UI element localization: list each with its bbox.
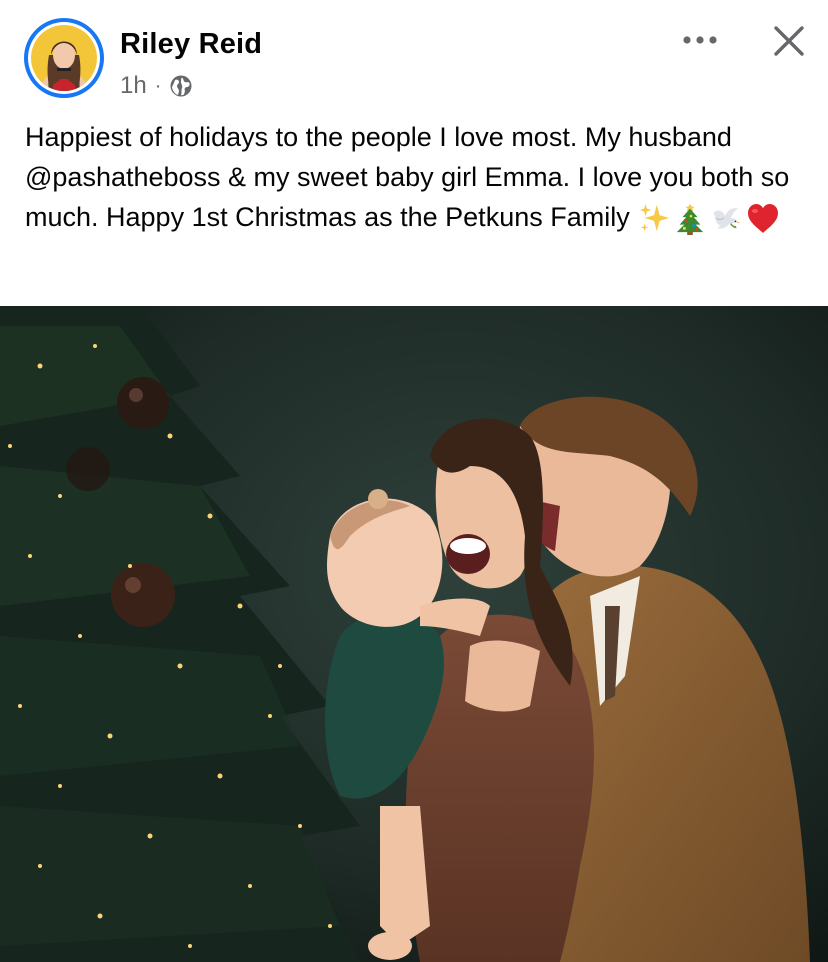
christmas-tree-icon <box>676 203 703 235</box>
post-meta: 1h · <box>120 70 193 102</box>
globe-icon[interactable] <box>169 74 193 98</box>
caption-emojis <box>638 202 780 236</box>
facebook-post: Riley Reid 1h · Happiest of holidays to … <box>0 0 828 962</box>
close-icon <box>774 26 804 56</box>
more-options-button[interactable] <box>678 24 722 56</box>
post-header: Riley Reid 1h · <box>0 0 828 112</box>
author-avatar[interactable] <box>24 18 104 98</box>
dove-icon <box>713 208 740 229</box>
red-heart-icon <box>747 203 778 233</box>
more-options-icon <box>683 36 717 44</box>
post-timestamp[interactable]: 1h <box>120 72 147 100</box>
meta-separator: · <box>154 74 162 97</box>
post-photo-image <box>0 306 828 962</box>
close-button[interactable] <box>764 16 814 66</box>
avatar-frame <box>28 22 100 94</box>
post-photo[interactable] <box>0 306 828 962</box>
avatar-photo <box>31 25 97 91</box>
author-name[interactable]: Riley Reid <box>120 28 262 61</box>
post-caption: Happiest of holidays to the people I lov… <box>25 117 805 237</box>
sparkles-icon <box>639 203 669 232</box>
